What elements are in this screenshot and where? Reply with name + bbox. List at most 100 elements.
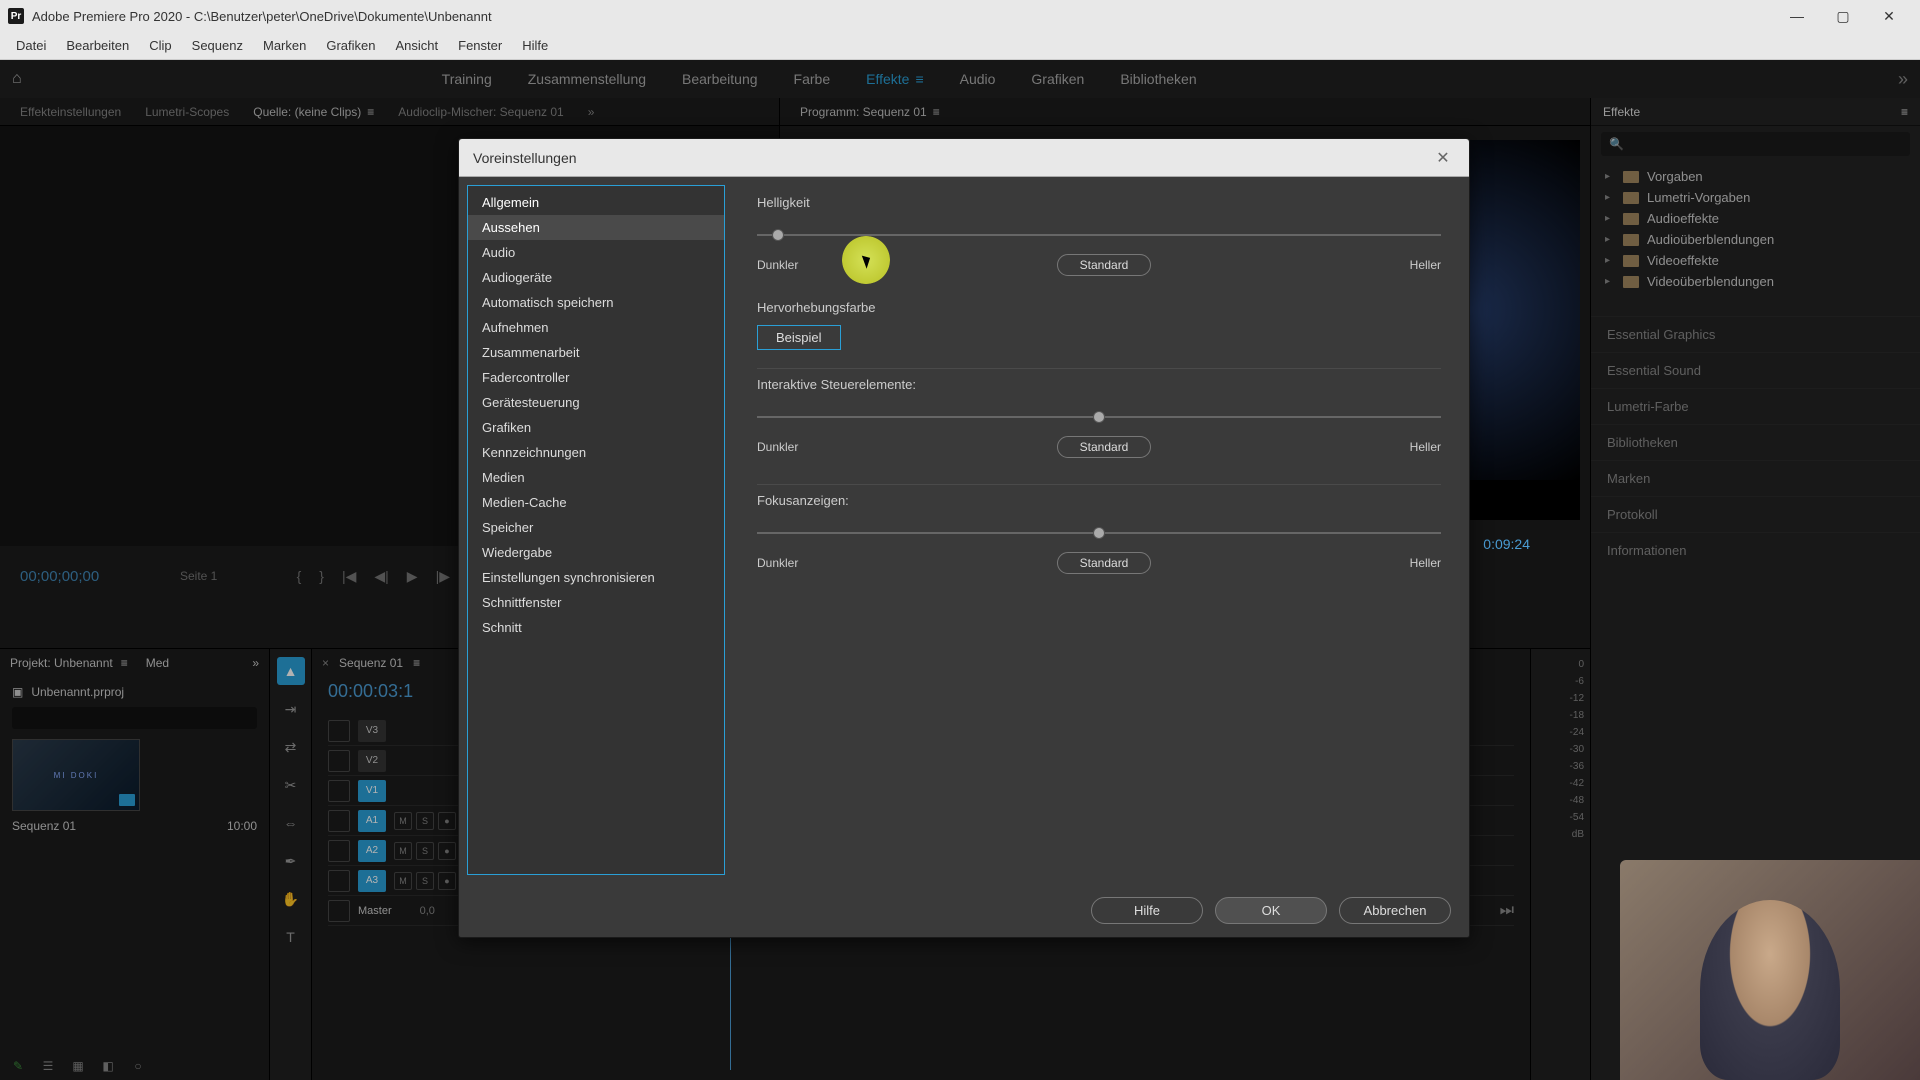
prefs-cat-fadercontroller[interactable]: Fadercontroller — [468, 365, 724, 390]
menu-bearbeiten[interactable]: Bearbeiten — [56, 34, 139, 57]
home-icon[interactable]: ⌂ — [12, 70, 22, 88]
prefs-cat-audiogeraete[interactable]: Audiogeräte — [468, 265, 724, 290]
tree-item-videoeffekte[interactable]: ▸Videoeffekte — [1599, 250, 1912, 271]
acc-marken[interactable]: Marken — [1591, 460, 1920, 496]
prefs-cat-wiedergabe[interactable]: Wiedergabe — [468, 540, 724, 565]
play-icon[interactable]: ▶ — [407, 568, 418, 585]
prefs-cat-autospeichern[interactable]: Automatisch speichern — [468, 290, 724, 315]
panel-tab-lumetri-scopes[interactable]: Lumetri-Scopes — [133, 101, 241, 123]
timeline-tab[interactable]: Sequenz 01 — [339, 656, 403, 670]
menu-ansicht[interactable]: Ansicht — [385, 34, 448, 57]
prefs-cat-sync[interactable]: Einstellungen synchronisieren — [468, 565, 724, 590]
prefs-cat-schnittfenster[interactable]: Schnittfenster — [468, 590, 724, 615]
cancel-button[interactable]: Abbrechen — [1339, 897, 1451, 924]
workspace-grafiken[interactable]: Grafiken — [1031, 71, 1084, 87]
track-select-tool[interactable]: ⇥ — [277, 695, 305, 723]
workspace-training[interactable]: Training — [442, 71, 492, 87]
acc-informationen[interactable]: Informationen — [1591, 532, 1920, 568]
panel-tab-effekteinstellungen[interactable]: Effekteinstellungen — [8, 101, 133, 123]
prefs-cat-mediencache[interactable]: Medien-Cache — [468, 490, 724, 515]
project-tab[interactable]: Projekt: Unbenannt — [10, 656, 113, 670]
interactive-slider[interactable] — [757, 416, 1441, 418]
slip-tool[interactable]: ⇔ — [277, 809, 305, 837]
acc-essential-graphics[interactable]: Essential Graphics — [1591, 316, 1920, 352]
close-window-button[interactable]: ✕ — [1866, 0, 1912, 32]
panel-tab-quelle[interactable]: Quelle: (keine Clips)≡ — [241, 101, 386, 123]
acc-protokoll[interactable]: Protokoll — [1591, 496, 1920, 532]
acc-essential-sound[interactable]: Essential Sound — [1591, 352, 1920, 388]
workspace-farbe[interactable]: Farbe — [794, 71, 831, 87]
mark-in-icon[interactable]: { — [297, 568, 302, 584]
workspace-audio[interactable]: Audio — [960, 71, 996, 87]
acc-lumetri-farbe[interactable]: Lumetri-Farbe — [1591, 388, 1920, 424]
workspace-bibliotheken[interactable]: Bibliotheken — [1120, 71, 1196, 87]
razor-tool[interactable]: ✂ — [277, 771, 305, 799]
project-search[interactable] — [12, 707, 257, 729]
brightness-standard-button[interactable]: Standard — [1057, 254, 1152, 276]
prefs-cat-geraetesteuerung[interactable]: Gerätesteuerung — [468, 390, 724, 415]
tree-item-vorgaben[interactable]: ▸Vorgaben — [1599, 166, 1912, 187]
panel-tab-programm[interactable]: Programm: Sequenz 01≡ — [788, 101, 952, 123]
prefs-cat-aufnehmen[interactable]: Aufnehmen — [468, 315, 724, 340]
prefs-cat-zusammenarbeit[interactable]: Zusammenarbeit — [468, 340, 724, 365]
page-indicator[interactable]: Seite 1 — [180, 569, 217, 583]
sequence-thumbnail[interactable]: MI DOKI — [12, 739, 140, 811]
acc-bibliotheken[interactable]: Bibliotheken — [1591, 424, 1920, 460]
workspace-bearbeitung[interactable]: Bearbeitung — [682, 71, 758, 87]
menu-grafiken[interactable]: Grafiken — [316, 34, 385, 57]
media-tab[interactable]: Med — [146, 656, 169, 670]
tree-item-videoueberblendungen[interactable]: ▸Videoüberblendungen — [1599, 271, 1912, 292]
list-view-icon[interactable]: ☰ — [40, 1058, 56, 1074]
help-button[interactable]: Hilfe — [1091, 897, 1203, 924]
tree-item-audioeffekte[interactable]: ▸Audioeffekte — [1599, 208, 1912, 229]
overflow-icon[interactable]: » — [1898, 69, 1908, 90]
menu-marken[interactable]: Marken — [253, 34, 316, 57]
step-fwd-icon[interactable]: |▶ — [436, 568, 450, 585]
menu-sequenz[interactable]: Sequenz — [182, 34, 253, 57]
panel-menu-icon[interactable]: ≡ — [1901, 105, 1908, 119]
ok-button[interactable]: OK — [1215, 897, 1327, 924]
tree-item-audioueberblendungen[interactable]: ▸Audioüberblendungen — [1599, 229, 1912, 250]
pencil-icon[interactable]: ✎ — [10, 1058, 26, 1074]
maximize-button[interactable]: ▢ — [1820, 0, 1866, 32]
workspace-zusammenstellung[interactable]: Zusammenstellung — [528, 71, 646, 87]
icon-view-icon[interactable]: ▦ — [70, 1058, 86, 1074]
dialog-close-button[interactable]: ✕ — [1431, 146, 1455, 170]
prefs-cat-schnitt[interactable]: Schnitt — [468, 615, 724, 640]
menu-hilfe[interactable]: Hilfe — [512, 34, 558, 57]
prefs-cat-audio[interactable]: Audio — [468, 240, 724, 265]
prefs-cat-speicher[interactable]: Speicher — [468, 515, 724, 540]
prefs-cat-aussehen[interactable]: Aussehen — [468, 215, 724, 240]
tree-item-lumetri-vorgaben[interactable]: ▸Lumetri-Vorgaben — [1599, 187, 1912, 208]
mark-out-icon[interactable]: } — [319, 568, 324, 584]
prefs-cat-medien[interactable]: Medien — [468, 465, 724, 490]
focus-standard-button[interactable]: Standard — [1057, 552, 1152, 574]
type-tool[interactable]: T — [277, 923, 305, 951]
sort-icon[interactable]: ○ — [130, 1058, 146, 1074]
effects-search[interactable]: 🔍 — [1601, 132, 1910, 156]
go-in-icon[interactable]: |◀ — [342, 568, 356, 585]
freeform-icon[interactable]: ◧ — [100, 1058, 116, 1074]
ripple-tool[interactable]: ⇄ — [277, 733, 305, 761]
step-back-icon[interactable]: ◀| — [374, 568, 388, 585]
panel-tab-audiomischer[interactable]: Audioclip-Mischer: Sequenz 01 — [386, 101, 575, 123]
prefs-cat-grafiken[interactable]: Grafiken — [468, 415, 724, 440]
close-tab-icon[interactable]: × — [322, 656, 329, 670]
panel-overflow-icon[interactable]: » — [576, 101, 607, 123]
focus-slider[interactable] — [757, 532, 1441, 534]
prefs-cat-allgemein[interactable]: Allgemein — [468, 190, 724, 215]
workspace-effekte[interactable]: Effekte≡ — [866, 71, 924, 87]
menu-clip[interactable]: Clip — [139, 34, 181, 57]
sample-button[interactable]: Beispiel — [757, 325, 841, 350]
brightness-slider[interactable] — [757, 234, 1441, 236]
prefs-cat-kennzeichnungen[interactable]: Kennzeichnungen — [468, 440, 724, 465]
interactive-standard-button[interactable]: Standard — [1057, 436, 1152, 458]
pen-tool[interactable]: ✒ — [277, 847, 305, 875]
source-timecode[interactable]: 00;00;00;00 — [20, 568, 99, 585]
menu-fenster[interactable]: Fenster — [448, 34, 512, 57]
skip-end-icon[interactable]: ⏭ — [1500, 902, 1514, 920]
menu-datei[interactable]: Datei — [6, 34, 56, 57]
minimize-button[interactable]: — — [1774, 0, 1820, 32]
hand-tool[interactable]: ✋ — [277, 885, 305, 913]
selection-tool[interactable]: ▲ — [277, 657, 305, 685]
